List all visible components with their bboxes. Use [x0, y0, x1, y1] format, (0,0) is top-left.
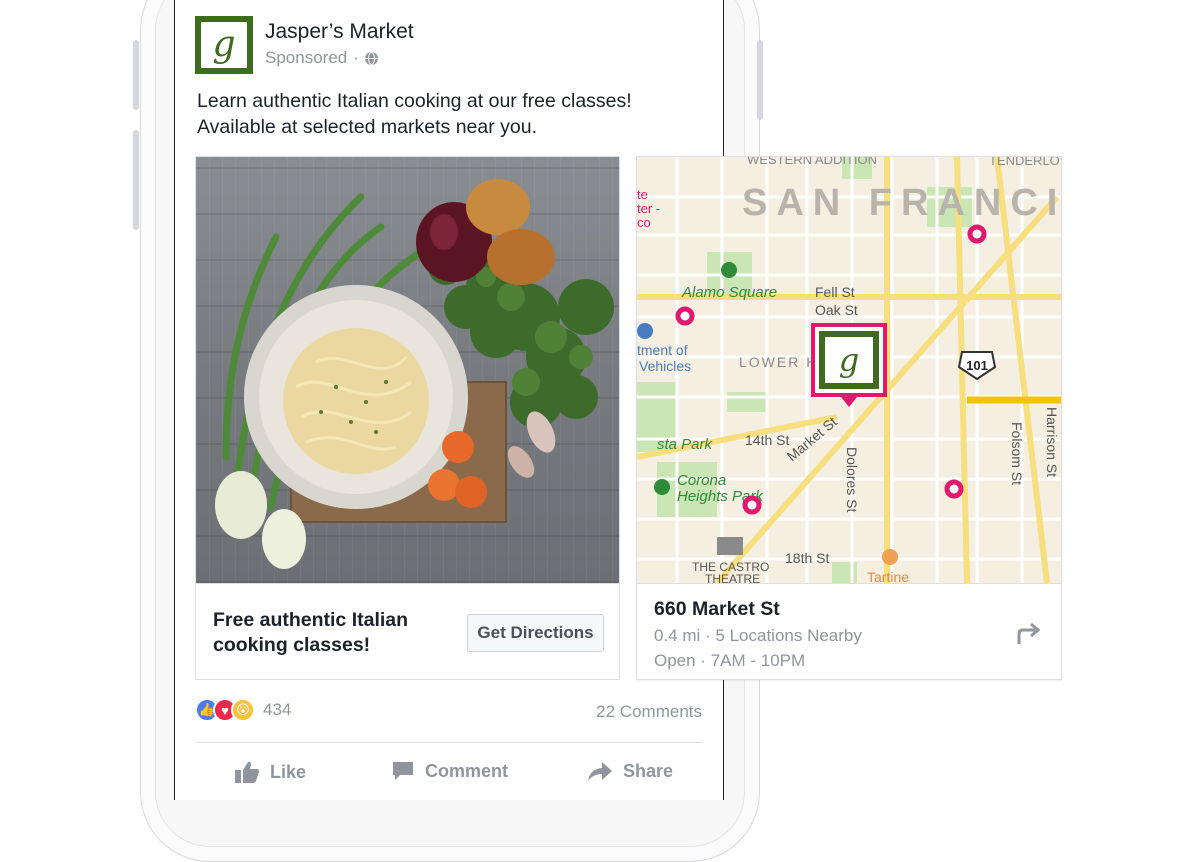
thumbs-up-icon	[235, 761, 259, 783]
reaction-count: 434	[263, 700, 292, 719]
svg-text:ter -: ter -	[637, 201, 660, 216]
like-button[interactable]: Like	[234, 760, 306, 784]
directions-icon[interactable]	[1015, 620, 1041, 646]
svg-text:14th St: 14th St	[745, 432, 789, 448]
separator-dot: ·	[353, 48, 359, 67]
svg-text:Tartine: Tartine	[867, 569, 909, 583]
svg-text:18th St: 18th St	[785, 550, 829, 566]
svg-text:Corona: Corona	[677, 472, 726, 489]
svg-text:g: g	[839, 341, 859, 379]
wow-reaction-icon: 😮	[231, 698, 255, 722]
svg-text:LOWER H: LOWER H	[739, 354, 818, 370]
page-logo: g	[201, 22, 247, 68]
carousel-card-location[interactable]: WESTERN ADDITION TENDERLO SAN FRANCI te …	[636, 156, 1062, 680]
svg-text:Folsom St: Folsom St	[1009, 422, 1025, 485]
svg-text:TENDERLO: TENDERLO	[989, 157, 1060, 168]
phone-volume-button	[133, 40, 139, 110]
card-footer: Free authentic Italian cooking classes! …	[196, 583, 619, 679]
svg-text:Alamo Square: Alamo Square	[681, 284, 777, 301]
globe-icon	[364, 51, 378, 65]
svg-text:sta Park: sta Park	[657, 436, 714, 453]
card-footer: 660 Market St 0.4 mi · 5 Locations Nearb…	[637, 583, 1061, 679]
share-icon	[588, 762, 612, 781]
card-headline: Free authentic Italian cooking classes!	[213, 609, 409, 656]
page-avatar[interactable]: g	[195, 16, 253, 74]
comment-button[interactable]: Comment	[391, 760, 508, 782]
svg-text:tment of: tment of	[637, 342, 688, 358]
location-map[interactable]: WESTERN ADDITION TENDERLO SAN FRANCI te …	[637, 157, 1061, 583]
like-label: Like	[270, 761, 307, 782]
svg-text:Fell St: Fell St	[815, 284, 855, 300]
svg-text:co: co	[637, 215, 651, 230]
phone-volume-button	[133, 130, 139, 230]
svg-text:Oak St: Oak St	[815, 302, 858, 318]
location-address: 660 Market St	[654, 598, 780, 620]
page-name[interactable]: Jasper’s Market	[265, 20, 414, 44]
sponsored-label: Sponsored ·	[265, 48, 378, 68]
svg-text:WESTERN ADDITION: WESTERN ADDITION	[747, 157, 877, 167]
svg-text:Vehicles: Vehicles	[639, 358, 691, 374]
post-text: Learn authentic Italian cooking at our f…	[197, 90, 632, 138]
comment-label: Comment	[425, 760, 509, 781]
carousel-card-cooking[interactable]: Free authentic Italian cooking classes! …	[195, 156, 620, 680]
svg-text:te: te	[637, 187, 648, 202]
reactions-summary[interactable]: 👍 ♥ 😮 434	[195, 698, 291, 722]
svg-text:Dolores St: Dolores St	[844, 447, 860, 512]
share-label: Share	[623, 760, 674, 781]
sponsored-text: Sponsored	[265, 48, 348, 67]
get-directions-button[interactable]: Get Directions	[467, 614, 604, 652]
svg-text:SAN FRANCI: SAN FRANCI	[742, 182, 1061, 224]
comments-count[interactable]: 22 Comments	[596, 702, 702, 722]
svg-text:THEATRE: THEATRE	[705, 572, 760, 583]
svg-text:Harrison St: Harrison St	[1044, 407, 1060, 477]
location-distance: 0.4 mi · 5 Locations Nearby	[654, 626, 862, 645]
food-photo[interactable]	[196, 157, 619, 583]
phone-power-button	[757, 40, 763, 120]
divider	[195, 742, 703, 743]
location-hours: Open · 7AM - 10PM	[654, 651, 806, 670]
comment-icon	[393, 762, 413, 780]
svg-text:101: 101	[966, 358, 988, 373]
share-button[interactable]: Share	[587, 760, 673, 782]
